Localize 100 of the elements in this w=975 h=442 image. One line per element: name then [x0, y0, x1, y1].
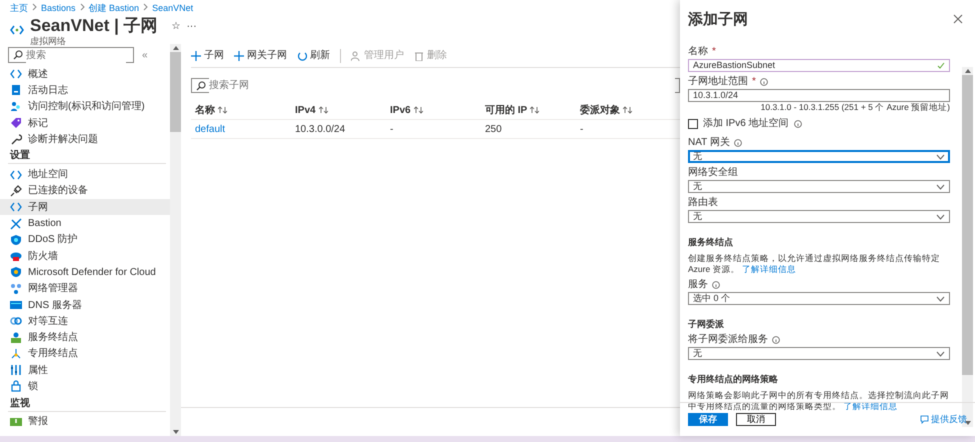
sidebar-item[interactable]: 属性 [0, 362, 170, 378]
scrollbar[interactable] [170, 44, 181, 436]
sidebar-item[interactable]: 警报 [0, 414, 170, 430]
cloud-icon [10, 250, 22, 262]
sort-icon [414, 106, 423, 114]
toolbar-button[interactable]: 网关子网 [234, 48, 287, 63]
sidebar-item[interactable]: 专用终结点 [0, 346, 170, 362]
chevron-down-icon [936, 154, 945, 160]
table-cell: - [580, 124, 584, 134]
sidebar-item[interactable]: DNS 服务器 [0, 296, 170, 314]
lock-icon [10, 380, 22, 392]
description-text: 创建服务终结点策略，以允许通过虚拟网络服务终结点传输特定 Azure 资源。 了解详细信息 [688, 253, 941, 275]
column-header[interactable]: 名称 [195, 102, 215, 118]
section-heading: 服务终结点 [688, 236, 734, 248]
chevron-icon [32, 3, 37, 11]
column-header[interactable]: 可用的 IP [485, 102, 528, 118]
panel-title: 添加子网 [688, 10, 748, 30]
check-icon [937, 62, 945, 69]
sidebar-item[interactable]: 诊断并解决问题 [0, 131, 170, 148]
field-label: 名称 [688, 46, 708, 58]
section-heading: 专用终结点的网络策略 [688, 373, 779, 385]
cancel-button[interactable]: 取消 [736, 413, 776, 426]
cross-icon [10, 218, 22, 230]
checkbox-label: 添加 IPv6 地址空间 [703, 116, 789, 131]
sidebar-item[interactable]: 子网 [0, 199, 170, 216]
sidebar-item[interactable]: 标记 [0, 114, 170, 132]
chevron-down-icon [936, 214, 945, 220]
chevron-down-icon [936, 350, 945, 356]
subnet-link[interactable]: default [195, 124, 226, 134]
chevron-icon [143, 3, 148, 11]
breadcrumb-link[interactable]: 创建 Bastion [88, 3, 140, 14]
close-button[interactable] [953, 14, 965, 26]
field-label: 将子网委派给服务 [688, 334, 768, 346]
field-label: 子网地址范围 [688, 76, 748, 88]
save-button[interactable]: 保存 [688, 413, 728, 426]
dropdown[interactable]: 选中 0 个 [688, 292, 950, 305]
chevron-down-icon [936, 296, 945, 302]
sidebar-item[interactable]: 访问控制(标识和访问管理) [0, 98, 170, 115]
page-subtitle: 虚拟网络 [30, 36, 67, 46]
feedback-icon [920, 415, 929, 424]
sliders-icon [10, 364, 22, 376]
code-icon [10, 201, 22, 214]
favorite-button[interactable]: ☆ [172, 19, 181, 34]
people-icon [10, 100, 22, 113]
endpoint-icon [10, 348, 22, 360]
sidebar-item[interactable]: 地址空间 [0, 166, 170, 183]
nodes-icon [10, 282, 22, 295]
breadcrumb-link[interactable]: Bastions [41, 3, 76, 14]
sidebar-item[interactable]: 已连接的设备 [0, 182, 170, 200]
breadcrumb-link[interactable]: SeanVNet [152, 3, 194, 14]
feedback-link[interactable]: 提供反馈 [920, 412, 967, 426]
server-icon [10, 299, 22, 311]
dropdown[interactable]: 无 [688, 180, 950, 193]
sidebar-item[interactable]: 锁 [0, 378, 170, 395]
sidebar-item[interactable]: 网络管理器 [0, 280, 170, 297]
sidebar-item[interactable]: Microsoft Defender for Cloud [0, 264, 170, 281]
collapse-button[interactable]: « [142, 48, 148, 62]
dropdown[interactable]: 无 [688, 347, 950, 360]
dropdown[interactable]: 无 [688, 210, 950, 223]
page-title: SeanVNet | 子网 [30, 16, 158, 36]
sort-icon [530, 106, 540, 114]
code-icon [10, 168, 22, 181]
column-header[interactable]: IPv4 [295, 102, 316, 118]
checkbox[interactable] [688, 118, 698, 128]
trash-icon [414, 50, 424, 60]
toolbar-button[interactable]: 刷新 [297, 48, 330, 63]
shield-icon [10, 266, 22, 278]
sidebar-item[interactable]: 防火墙 [0, 248, 170, 264]
search-field[interactable]: 搜索子网 [191, 78, 680, 93]
sort-icon [318, 106, 328, 114]
table-cell: - [390, 124, 394, 134]
search-icon [13, 50, 23, 60]
column-header[interactable]: 委派对象 [580, 102, 620, 118]
log-icon [10, 84, 22, 96]
sidebar-item[interactable]: 对等互连 [0, 313, 170, 330]
search-icon [196, 80, 206, 90]
required-marker: * [752, 76, 756, 88]
breadcrumb-link[interactable]: 主页 [10, 3, 28, 14]
column-header[interactable]: IPv6 [390, 102, 411, 118]
toolbar-button[interactable]: 子网 [191, 48, 224, 63]
field-label: 服务 [688, 279, 708, 291]
sidebar-item[interactable]: DDoS 防护 [0, 232, 170, 248]
user-icon [351, 50, 361, 60]
plug-icon [10, 184, 22, 197]
link-icon [10, 315, 22, 328]
sidebar-item[interactable]: 活动日志 [0, 82, 170, 99]
table-cell: 10.3.0.0/24 [295, 124, 346, 134]
endpoint-icon [10, 332, 22, 344]
code-icon [10, 68, 22, 80]
sidebar-item[interactable]: Bastion [0, 215, 170, 232]
dropdown[interactable]: 无 [688, 150, 950, 163]
sidebar-item[interactable]: 概述 [0, 66, 170, 82]
input-field[interactable]: 10.3.1.0/24 [688, 89, 950, 102]
code-icon [10, 24, 24, 36]
refresh-icon [297, 50, 307, 60]
search-field[interactable]: 搜索 [8, 47, 134, 63]
sidebar-item[interactable]: 服务终结点 [0, 329, 170, 346]
more-button[interactable]: ··· [186, 19, 197, 34]
input-field[interactable]: AzureBastionSubnet [688, 59, 950, 72]
learn-more-link[interactable]: 了解详细信息 [742, 264, 796, 274]
